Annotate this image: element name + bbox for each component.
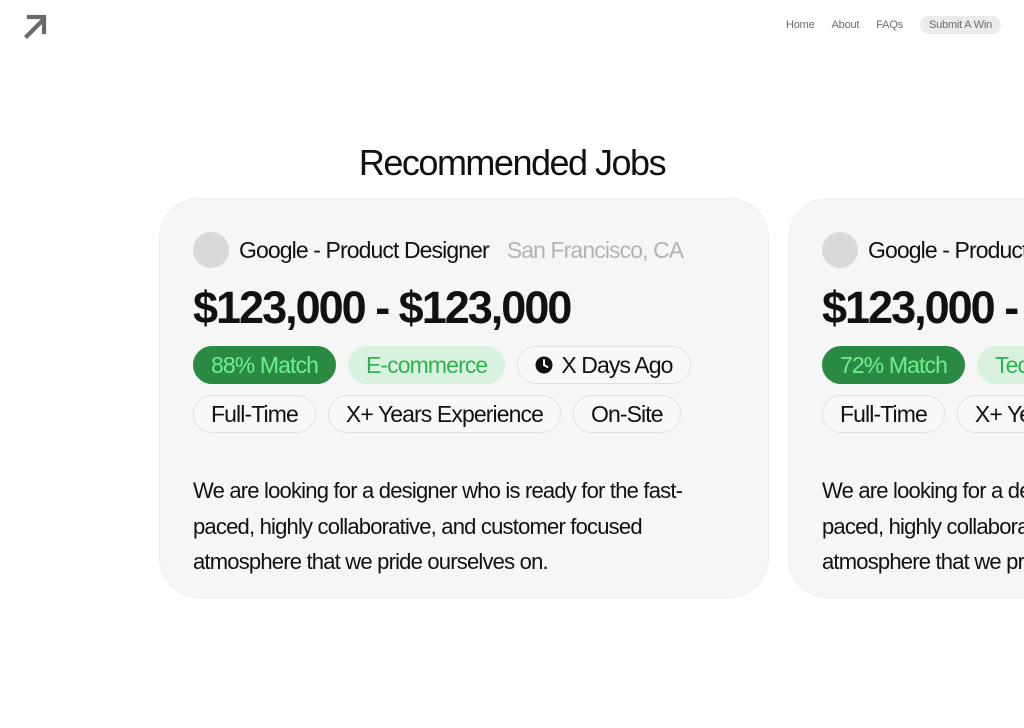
page-title: Recommended Jobs: [358, 142, 667, 184]
nav-faqs-link[interactable]: FAQs: [876, 19, 903, 31]
company-logo: [822, 232, 858, 268]
tag-row-secondary: Full-Time X+ Years Experience On-Site: [193, 395, 768, 433]
experience-tag: X+ Years Experience: [956, 395, 1024, 433]
employment-type-tag: Full-Time: [822, 395, 945, 433]
match-badge: 88% Match: [193, 346, 336, 384]
posted-tag: X Days Ago: [517, 346, 691, 384]
job-carousel[interactable]: Google - Product Designer San Francisco,…: [0, 198, 1024, 600]
job-card-header: Google - Product Designer: [822, 232, 1024, 268]
job-card[interactable]: Google - Product Designer San Francisco,…: [159, 198, 769, 598]
job-card[interactable]: Google - Product Designer $123,000 - $12…: [788, 198, 1024, 598]
tag-row-primary: 88% Match E-commerce X Days Ago: [193, 346, 768, 384]
job-title: Google - Product Designer: [868, 236, 1024, 263]
nav-about-link[interactable]: About: [832, 19, 860, 31]
job-title: Google - Product Designer: [239, 236, 490, 263]
nav-home-link[interactable]: Home: [786, 19, 815, 31]
job-description: We are looking for a designer who is rea…: [822, 478, 1024, 574]
salary-range: $123,000 - $123,000: [822, 282, 1024, 333]
experience-tag: X+ Years Experience: [327, 395, 561, 433]
job-location: San Francisco, CA: [506, 236, 684, 263]
job-card-header: Google - Product Designer San Francisco,…: [193, 232, 768, 268]
submit-a-win-button[interactable]: Submit A Win: [919, 16, 1001, 34]
salary-range: $123,000 - $123,000: [193, 282, 572, 333]
industry-tag: E-commerce: [347, 346, 506, 384]
employment-type-tag: Full-Time: [193, 395, 316, 433]
top-nav: Home About FAQs Submit A Win: [769, 16, 1001, 34]
company-logo: [193, 232, 229, 268]
industry-tag: Tech: [976, 346, 1024, 384]
workplace-tag: On-Site: [572, 395, 681, 433]
match-badge: 72% Match: [822, 346, 965, 384]
arrow-up-right-icon[interactable]: [22, 13, 48, 39]
tag-row-secondary: Full-Time X+ Years Experience: [822, 395, 1024, 433]
job-description: We are looking for a designer who is rea…: [193, 478, 683, 574]
posted-label: X Days Ago: [561, 352, 673, 378]
clock-icon: [535, 356, 553, 374]
tag-row-primary: 72% Match Tech: [822, 346, 1024, 384]
